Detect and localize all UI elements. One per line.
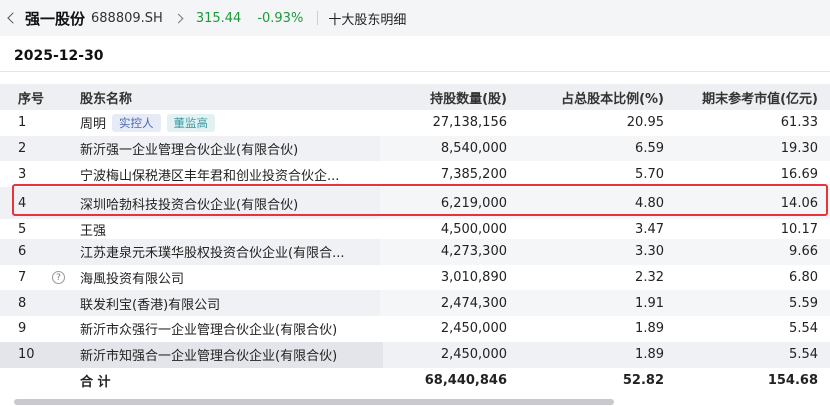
shareholder-name-cell: 江苏疌泉元禾璞华股权投资合伙企业(有限合... (80, 239, 370, 265)
row-index: 5 (18, 221, 27, 237)
shareholder-name[interactable]: 王强 (80, 220, 106, 239)
pct-value: 4.80 (635, 195, 664, 211)
back-chevron-icon[interactable] (7, 12, 19, 24)
shareholder-name[interactable]: 新沂市知强合一企业管理合伙企业(有限合伙) (80, 345, 337, 364)
price-change: -0.93% (257, 10, 304, 26)
market-value: 10.17 (780, 221, 818, 237)
row-index: 8 (18, 295, 27, 311)
col-header-pct[interactable]: 占总股本比例(%) (561, 84, 664, 110)
top-bar: 强一股份 688809.SH 315.44 -0.93% 十大股东明细 (0, 0, 830, 36)
market-value: 14.06 (780, 195, 818, 211)
table-row[interactable]: 2 新沂强一企业管理合伙企业(有限合伙) 8,540,000 6.59 19.3… (0, 135, 830, 162)
shares-value: 2,450,000 (440, 321, 507, 337)
market-value: 6.80 (789, 270, 818, 286)
shareholder-name-cell: 宁波梅山保税港区丰年君和创业投资合伙企... (80, 161, 370, 187)
total-shares: 68,440,846 (424, 372, 507, 388)
shareholder-name[interactable]: 江苏疌泉元禾璞华股权投资合伙企业(有限合... (80, 242, 344, 261)
shareholder-name-cell: 海風投资有限公司 (80, 265, 370, 291)
table-row[interactable]: 10 新沂市知强合一企业管理合伙企业(有限合伙) 2,450,000 1.89 … (0, 341, 830, 368)
stock-price: 315.44 (195, 10, 242, 26)
stock-code: 688809.SH (91, 10, 163, 26)
market-value: 5.54 (789, 321, 818, 337)
total-row: 合 计 68,440,846 52.82 154.68 (0, 367, 830, 394)
report-date: 2025-12-30 (14, 47, 104, 64)
shareholder-name[interactable]: 新沂市众强行一企业管理合伙企业(有限合伙) (80, 319, 337, 338)
row-index: 3 (18, 166, 27, 182)
table-header: 序号 股东名称 持股数量(股) 占总股本比例(%) 期末参考市值(亿元) (0, 84, 830, 110)
shareholder-name[interactable]: 海風投资有限公司 (80, 268, 184, 287)
row-index: 7 (18, 270, 27, 286)
pct-value: 1.89 (635, 347, 664, 363)
shareholder-name-cell: 新沂强一企业管理合伙企业(有限合伙) (80, 136, 370, 162)
shareholder-name-cell: 深圳哈勃科技投资合伙企业(有限合伙) (80, 187, 370, 219)
total-pct: 52.82 (622, 372, 664, 388)
row-index: 6 (18, 244, 27, 260)
market-value: 5.54 (789, 347, 818, 363)
shareholder-name-cell: 新沂市众强行一企业管理合伙企业(有限合伙) (80, 316, 370, 342)
market-value: 16.69 (780, 166, 818, 182)
table-row[interactable]: 8 联发利宝(香港)有限公司 2,474,300 1.91 5.59 (0, 290, 830, 317)
pct-value: 20.95 (626, 115, 664, 131)
shares-value: 8,540,000 (440, 141, 507, 157)
shareholder-name-cell: 联发利宝(香港)有限公司 (80, 290, 370, 316)
table-row[interactable]: 1 周明 实控人 董监高 27,138,156 20.95 61.33 (0, 110, 830, 136)
row-index: 10 (18, 347, 35, 363)
horizontal-scrollbar[interactable] (14, 399, 614, 405)
col-header-value[interactable]: 期末参考市值(亿元) (702, 84, 818, 110)
table-row[interactable]: 9 新沂市众强行一企业管理合伙企业(有限合伙) 2,450,000 1.89 5… (0, 316, 830, 342)
shareholder-name-cell: 新沂市知强合一企业管理合伙企业(有限合伙) (80, 342, 370, 368)
shares-value: 3,010,890 (440, 270, 507, 286)
row-index: 9 (18, 321, 27, 337)
shares-value: 7,385,200 (440, 166, 507, 182)
pct-value: 3.30 (635, 244, 664, 260)
help-circle-icon[interactable]: ? (52, 271, 65, 285)
shares-value: 2,450,000 (440, 347, 507, 363)
help-cell: ? (52, 265, 65, 291)
col-header-idx: 序号 (18, 91, 45, 107)
shares-value: 27,138,156 (432, 115, 507, 131)
shareholders-table: 序号 股东名称 持股数量(股) 占总股本比例(%) 期末参考市值(亿元) 1 周… (0, 84, 830, 394)
row-index: 4 (18, 195, 27, 211)
market-value: 19.30 (780, 141, 818, 157)
row-index: 2 (18, 141, 27, 157)
shareholder-name[interactable]: 深圳哈勃科技投资合伙企业(有限合伙) (80, 194, 298, 213)
pct-value: 5.70 (635, 166, 664, 182)
pct-value: 1.91 (635, 295, 664, 311)
market-value: 61.33 (780, 115, 818, 131)
col-header-shares[interactable]: 持股数量(股) (430, 84, 507, 110)
pct-value: 6.59 (635, 141, 664, 157)
table-row[interactable]: 7 ? 海風投资有限公司 3,010,890 2.32 6.80 (0, 265, 830, 291)
pct-value: 3.47 (635, 221, 664, 237)
market-value: 9.66 (789, 244, 818, 260)
market-value: 5.59 (789, 295, 818, 311)
shares-value: 4,500,000 (440, 221, 507, 237)
shareholder-name-cell: 周明 实控人 董监高 (80, 110, 370, 136)
pct-value: 2.32 (635, 270, 664, 286)
divider (317, 11, 319, 25)
shares-value: 2,474,300 (440, 295, 507, 311)
col-header-name: 股东名称 (80, 91, 133, 107)
stock-name: 强一股份 (25, 9, 86, 28)
table-row[interactable]: 4 深圳哈勃科技投资合伙企业(有限合伙) 6,219,000 4.80 14.0… (0, 187, 830, 220)
chevron-right-icon[interactable] (173, 13, 184, 23)
shareholder-name[interactable]: 宁波梅山保税港区丰年君和创业投资合伙企... (80, 165, 339, 184)
controller-tag: 实控人 (112, 113, 161, 132)
report-date-bar[interactable]: 2025-12-30 (0, 40, 830, 72)
shareholder-name[interactable]: 周明 (80, 113, 106, 132)
executive-tag: 董监高 (166, 113, 216, 132)
total-label: 合 计 (80, 374, 111, 390)
shares-value: 6,219,000 (440, 195, 507, 211)
shareholder-name-cell: 王强 (80, 219, 370, 239)
total-value: 154.68 (767, 372, 818, 388)
table-row[interactable]: 5 王强 4,500,000 3.47 10.17 (0, 219, 830, 239)
shareholder-name[interactable]: 联发利宝(香港)有限公司 (80, 294, 220, 313)
shareholder-name[interactable]: 新沂强一企业管理合伙企业(有限合伙) (80, 139, 298, 158)
page-title: 十大股东明细 (328, 12, 407, 28)
row-index: 1 (18, 115, 27, 131)
table-row[interactable]: 6 江苏疌泉元禾璞华股权投资合伙企业(有限合... 4,273,300 3.30… (0, 239, 830, 265)
pct-value: 1.89 (635, 321, 664, 337)
shares-value: 4,273,300 (440, 244, 507, 260)
table-row[interactable]: 3 宁波梅山保税港区丰年君和创业投资合伙企... 7,385,200 5.70 … (0, 161, 830, 187)
